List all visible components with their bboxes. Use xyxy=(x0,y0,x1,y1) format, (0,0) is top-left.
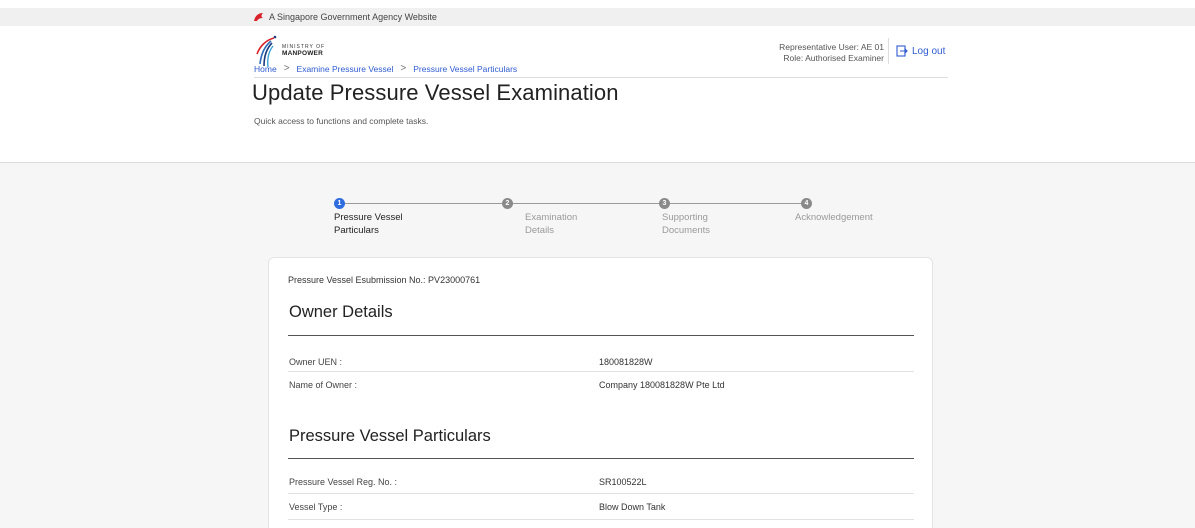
owner-details-title: Owner Details xyxy=(289,303,393,321)
logo-line1: MINISTRY OF xyxy=(282,43,326,50)
row-divider xyxy=(288,519,914,520)
singapore-lion-icon xyxy=(254,13,263,21)
owner-uen-value: 180081828W xyxy=(599,357,653,367)
step-3-indicator[interactable]: 3 xyxy=(659,198,670,209)
logout-button[interactable]: Log out xyxy=(896,45,945,57)
row-divider xyxy=(288,371,914,372)
step-1-indicator[interactable]: 1 xyxy=(334,198,345,209)
user-info: Representative User: AE 01 Role: Authori… xyxy=(779,42,884,64)
breadcrumb-pressure-vessel-particulars[interactable]: Pressure Vessel Particulars xyxy=(413,64,517,74)
logout-label: Log out xyxy=(912,45,946,57)
section-rule xyxy=(288,335,914,336)
step-4-label-line1: Acknowledgement xyxy=(795,212,873,223)
step-3-label-line1: Supporting xyxy=(662,212,708,223)
step-connector xyxy=(344,203,502,204)
logout-icon xyxy=(896,45,908,57)
step-4-indicator[interactable]: 4 xyxy=(801,198,812,209)
logo-line2: MANPOWER xyxy=(282,49,323,57)
vessel-reg-no-value: SR100522L xyxy=(599,477,647,487)
owner-name-label: Name of Owner : xyxy=(289,380,358,390)
header-rule xyxy=(254,77,948,78)
step-2-label-line2: Details xyxy=(525,225,555,236)
step-2-label[interactable]: Examination Details xyxy=(525,211,577,237)
step-2-indicator[interactable]: 2 xyxy=(502,198,513,209)
representative-user: Representative User: AE 01 xyxy=(779,42,884,52)
step-3-label-line2: Documents xyxy=(662,225,711,236)
step-1-label[interactable]: Pressure Vessel Particulars xyxy=(334,211,403,237)
page-subtitle: Quick access to functions and complete t… xyxy=(254,116,429,126)
user-role: Role: Authorised Examiner xyxy=(783,53,884,63)
section-rule xyxy=(288,458,914,459)
breadcrumb-examine-pressure-vessel[interactable]: Examine Pressure Vessel xyxy=(297,64,394,74)
owner-uen-label: Owner UEN : xyxy=(289,357,343,367)
breadcrumb: Home > Examine Pressure Vessel > Pressur… xyxy=(254,63,517,74)
step-3-label[interactable]: Supporting Documents xyxy=(662,211,710,237)
step-connector xyxy=(670,203,801,204)
vessel-type-label: Vessel Type : xyxy=(289,502,343,512)
owner-name-value: Company 180081828W Pte Ltd xyxy=(599,380,725,390)
vessel-type-value: Blow Down Tank xyxy=(599,502,666,512)
step-1-label-line1: Pressure Vessel xyxy=(334,212,403,223)
page-title: Update Pressure Vessel Examination xyxy=(252,80,619,105)
breadcrumb-home[interactable]: Home xyxy=(254,64,277,74)
breadcrumb-separator: > xyxy=(400,63,407,74)
gov-banner: A Singapore Government Agency Website xyxy=(0,8,1195,26)
form-card xyxy=(268,257,933,528)
esubmission-number: Pressure Vessel Esubmission No.: PV23000… xyxy=(288,275,481,285)
step-1-label-line2: Particulars xyxy=(334,225,379,236)
gov-banner-text: A Singapore Government Agency Website xyxy=(269,12,437,22)
vessel-reg-no-label: Pressure Vessel Reg. No. : xyxy=(289,477,398,487)
step-connector xyxy=(513,203,659,204)
step-4-label[interactable]: Acknowledgement xyxy=(795,211,873,224)
row-divider xyxy=(288,493,914,494)
breadcrumb-separator: > xyxy=(283,63,290,74)
step-2-label-line1: Examination xyxy=(525,212,578,223)
pressure-vessel-particulars-title: Pressure Vessel Particulars xyxy=(289,427,491,445)
header-divider xyxy=(888,38,889,64)
